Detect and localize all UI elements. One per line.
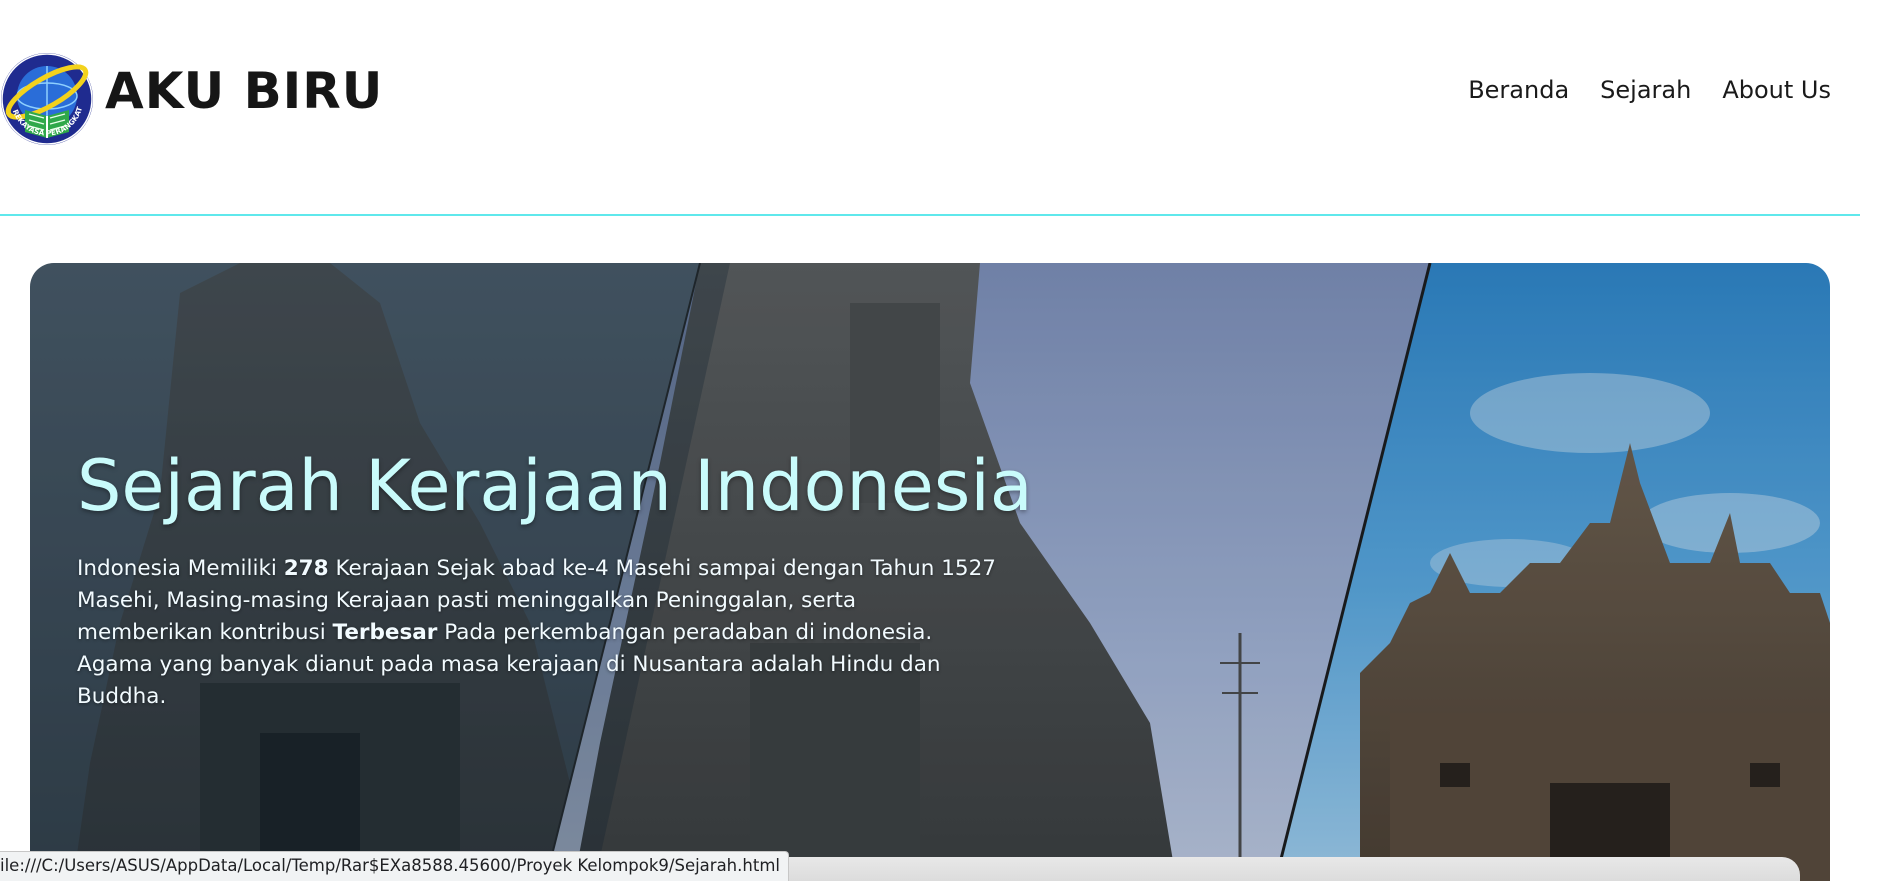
hero-desc-bold-terbesar: Terbesar — [332, 620, 438, 645]
hero-desc-part1: Indonesia Memiliki — [77, 556, 284, 581]
logo-rpl[interactable]: REKAYASA PERANGKAT LUNAK — [0, 52, 94, 146]
nav-beranda[interactable]: Beranda — [1468, 76, 1569, 104]
site-header: REKAYASA PERANGKAT LUNAK AKU BIRU Berand… — [0, 0, 1860, 216]
next-section-edge — [760, 857, 1800, 881]
browser-status-url: ile:///C:/Users/ASUS/AppData/Local/Temp/… — [0, 851, 789, 881]
hero-banner: Sejarah Kerajaan Indonesia Indonesia Mem… — [30, 263, 1830, 881]
nav-about-us[interactable]: About Us — [1722, 76, 1831, 104]
brand-name[interactable]: AKU BIRU — [105, 62, 383, 120]
nav-sejarah[interactable]: Sejarah — [1600, 76, 1691, 104]
hero-title: Sejarah Kerajaan Indonesia — [77, 445, 1033, 527]
page: REKAYASA PERANGKAT LUNAK AKU BIRU Berand… — [0, 0, 1877, 881]
hero-description: Indonesia Memiliki 278 Kerajaan Sejak ab… — [77, 553, 997, 713]
main-nav: Beranda Sejarah About Us — [1468, 76, 1831, 104]
hero-desc-bold-count: 278 — [283, 556, 329, 581]
